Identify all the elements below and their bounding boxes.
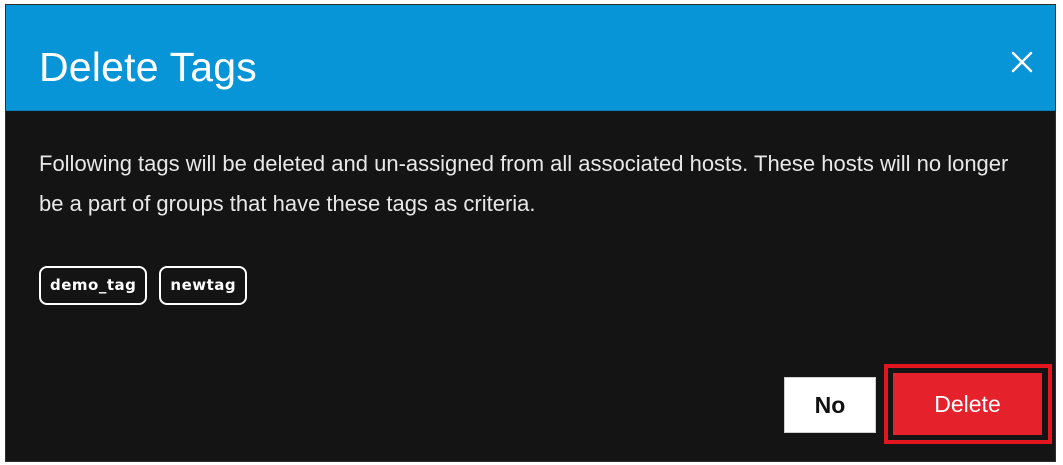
tag-chip: demo_tag bbox=[39, 266, 148, 305]
dialog-body: Following tags will be deleted and un-as… bbox=[39, 144, 1019, 305]
close-icon[interactable] bbox=[1007, 47, 1037, 77]
delete-tags-dialog: Delete Tags Following tags will be delet… bbox=[5, 4, 1056, 462]
tag-chip: newtag bbox=[159, 266, 248, 305]
no-button[interactable]: No bbox=[784, 377, 876, 433]
delete-button[interactable]: Delete bbox=[893, 373, 1042, 435]
dialog-title: Delete Tags bbox=[39, 44, 257, 90]
dialog-message: Following tags will be deleted and un-as… bbox=[39, 151, 1009, 216]
tag-list: demo_tag newtag bbox=[39, 266, 248, 305]
dialog-header: Delete Tags bbox=[6, 5, 1055, 111]
